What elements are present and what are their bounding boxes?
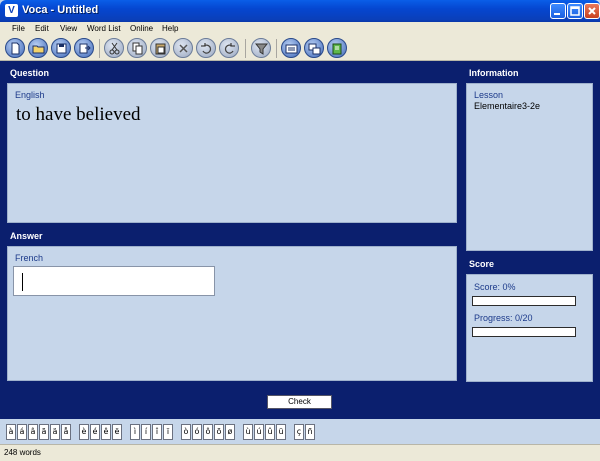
char-button[interactable]: é — [90, 424, 100, 440]
char-button[interactable]: û — [265, 424, 275, 440]
question-panel: English to have believed — [7, 83, 457, 223]
status-bar: 248 words — [0, 444, 600, 461]
transfer-icon — [308, 43, 321, 55]
delete-icon — [179, 44, 188, 53]
char-button[interactable]: è — [79, 424, 89, 440]
score-bar — [472, 296, 576, 306]
lesson-label: Lesson — [474, 90, 504, 100]
char-button[interactable]: ø — [225, 424, 235, 440]
special-characters-bar: àáâãäåèéêëìíîïòóôõøùúûüçñ — [0, 419, 600, 444]
char-button[interactable]: ò — [181, 424, 191, 440]
paste-icon — [155, 43, 166, 55]
char-button[interactable]: ú — [254, 424, 264, 440]
transfer-button[interactable] — [304, 38, 324, 58]
redo-button[interactable] — [219, 38, 239, 58]
save-icon — [56, 43, 67, 54]
title-bar: V Voca - Untitled — [0, 0, 600, 22]
char-button[interactable]: ù — [243, 424, 253, 440]
toolbar-separator — [99, 39, 100, 58]
filter-button[interactable] — [251, 38, 271, 58]
copy-button[interactable] — [127, 38, 147, 58]
open-folder-icon — [32, 45, 45, 54]
edit-book-icon — [332, 43, 342, 55]
char-button[interactable]: î — [152, 424, 162, 440]
toolbar-separator — [276, 39, 277, 58]
score-label: Score: 0% — [474, 282, 516, 292]
toolbar — [0, 36, 600, 61]
char-button[interactable]: ì — [130, 424, 140, 440]
information-panel: Lesson Elementaire3-2e — [466, 83, 593, 251]
delete-button[interactable] — [173, 38, 193, 58]
char-button[interactable]: ä — [50, 424, 60, 440]
question-text: to have believed — [16, 104, 141, 125]
char-button[interactable]: ü — [276, 424, 286, 440]
save-button[interactable] — [51, 38, 71, 58]
answer-input[interactable] — [13, 266, 215, 296]
menu-file[interactable]: File — [12, 24, 25, 33]
char-button[interactable]: ê — [101, 424, 111, 440]
char-button[interactable]: â — [28, 424, 38, 440]
menu-view[interactable]: View — [60, 24, 77, 33]
app-icon: V — [5, 4, 18, 17]
char-button[interactable]: ï — [163, 424, 173, 440]
menu-edit[interactable]: Edit — [35, 24, 49, 33]
char-button[interactable]: ó — [192, 424, 202, 440]
char-button[interactable]: ñ — [305, 424, 315, 440]
cut-button[interactable] — [104, 38, 124, 58]
undo-icon — [201, 43, 212, 54]
copy-icon — [132, 42, 143, 55]
close-icon — [588, 7, 596, 15]
menu-word-list[interactable]: Word List — [87, 24, 121, 33]
new-button[interactable] — [5, 38, 25, 58]
menu-bar: File Edit View Word List Online Help — [0, 22, 600, 36]
question-language: English — [15, 90, 45, 100]
score-title: Score — [469, 259, 495, 269]
paste-button[interactable] — [150, 38, 170, 58]
progress-label: Progress: 0/20 — [474, 313, 533, 323]
char-button[interactable]: ç — [294, 424, 304, 440]
char-button[interactable]: í — [141, 424, 151, 440]
word-count: 248 words — [4, 448, 41, 457]
undo-button[interactable] — [196, 38, 216, 58]
char-button[interactable]: à — [6, 424, 16, 440]
edit-book-button[interactable] — [327, 38, 347, 58]
lesson-value: Elementaire3-2e — [474, 101, 541, 111]
list-view-button[interactable] — [281, 38, 301, 58]
redo-icon — [224, 43, 235, 54]
new-file-icon — [11, 42, 20, 55]
char-button[interactable]: å — [61, 424, 71, 440]
menu-help[interactable]: Help — [162, 24, 178, 33]
score-panel: Score: 0% Progress: 0/20 — [466, 274, 593, 382]
check-button[interactable]: Check — [267, 395, 332, 409]
answer-title: Answer — [10, 231, 43, 241]
minimize-button[interactable] — [550, 3, 566, 19]
char-button[interactable]: ã — [39, 424, 49, 440]
information-title: Information — [469, 68, 519, 78]
export-icon — [79, 43, 91, 54]
main-frame: Question English to have believed Answer… — [0, 61, 600, 419]
cut-icon — [109, 42, 120, 55]
answer-panel: French — [7, 246, 457, 381]
toolbar-separator — [245, 39, 246, 58]
window-title: Voca - Untitled — [22, 4, 99, 16]
close-button[interactable] — [584, 3, 600, 19]
maximize-button[interactable] — [567, 3, 583, 19]
question-title: Question — [10, 68, 50, 78]
menu-online[interactable]: Online — [130, 24, 153, 33]
maximize-icon — [570, 6, 580, 16]
char-button[interactable]: õ — [214, 424, 224, 440]
open-button[interactable] — [28, 38, 48, 58]
char-button[interactable]: ë — [112, 424, 122, 440]
minimize-icon — [554, 13, 560, 15]
progress-bar — [472, 327, 576, 337]
char-button[interactable]: á — [17, 424, 27, 440]
export-button[interactable] — [74, 38, 94, 58]
answer-language: French — [15, 253, 44, 263]
filter-icon — [255, 43, 268, 55]
char-button[interactable]: ô — [203, 424, 213, 440]
text-caret — [22, 273, 23, 291]
list-view-icon — [285, 44, 298, 54]
